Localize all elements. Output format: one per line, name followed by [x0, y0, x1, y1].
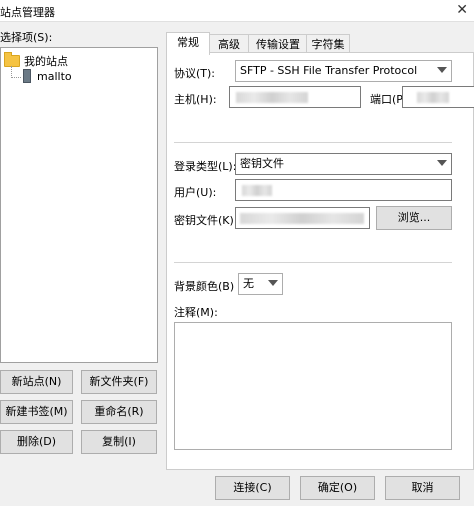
host-label: 主机(H):	[174, 93, 217, 106]
new-site-button[interactable]: 新站点(N)	[0, 370, 73, 394]
host-input[interactable]	[229, 86, 361, 108]
logon-type-select-value: 密钥文件	[240, 157, 284, 170]
tree-item-mallto[interactable]: mallto	[23, 69, 72, 83]
background-color-label: 背景颜色(B)	[174, 280, 235, 293]
separator	[174, 262, 452, 263]
user-label: 用户(U):	[174, 186, 217, 199]
protocol-select[interactable]: SFTP - SSH File Transfer Protocol	[235, 60, 452, 82]
notes-textarea[interactable]	[174, 322, 452, 450]
tree-connector	[11, 77, 21, 78]
copy-button[interactable]: 复制(I)	[81, 430, 157, 454]
chevron-down-icon	[437, 67, 447, 73]
new-folder-button[interactable]: 新文件夹(F)	[81, 370, 157, 394]
port-input[interactable]	[402, 86, 474, 108]
separator	[174, 142, 452, 143]
protocol-select-value: SFTP - SSH File Transfer Protocol	[240, 64, 418, 77]
chevron-down-icon	[268, 280, 278, 286]
logon-type-select[interactable]: 密钥文件	[235, 153, 452, 175]
redacted-blur	[240, 213, 364, 224]
user-input[interactable]	[235, 179, 452, 201]
select-entry-label: 选择项(S):	[0, 31, 53, 44]
server-icon	[23, 69, 31, 83]
title-bar: 站点管理器 ✕	[0, 0, 474, 22]
tree-item-my-sites-label: 我的站点	[24, 55, 68, 68]
rename-button[interactable]: 重命名(R)	[81, 400, 157, 424]
cancel-button[interactable]: 取消	[385, 476, 460, 500]
browse-button[interactable]: 浏览...	[376, 206, 452, 230]
tab-general[interactable]: 常规	[166, 32, 210, 55]
redacted-blur	[236, 92, 308, 103]
ok-button[interactable]: 确定(O)	[300, 476, 375, 500]
tab-strip: 常规 高级 传输设置 字符集	[166, 32, 474, 55]
folder-icon	[4, 52, 20, 67]
notes-label: 注释(M):	[174, 306, 218, 319]
background-color-select[interactable]: 无	[238, 273, 283, 295]
tree-item-my-sites[interactable]: 我的站点	[4, 52, 68, 69]
keyfile-input[interactable]	[235, 207, 370, 229]
window-title: 站点管理器	[0, 6, 55, 19]
new-bookmark-button[interactable]: 新建书签(M)	[0, 400, 73, 424]
tree-item-mallto-label: mallto	[37, 69, 72, 83]
delete-button[interactable]: 删除(D)	[0, 430, 73, 454]
protocol-label: 协议(T):	[174, 67, 216, 80]
keyfile-label: 密钥文件(K):	[174, 214, 238, 227]
connect-button[interactable]: 连接(C)	[215, 476, 290, 500]
redacted-blur	[242, 185, 272, 196]
redacted-blur	[417, 92, 449, 103]
site-tree[interactable]: 我的站点 mallto	[0, 47, 158, 363]
close-icon[interactable]: ✕	[456, 2, 468, 18]
chevron-down-icon	[437, 160, 447, 166]
port-label: 端口(P	[370, 93, 403, 106]
logon-type-label: 登录类型(L):	[174, 160, 237, 173]
background-color-select-value: 无	[243, 277, 254, 290]
